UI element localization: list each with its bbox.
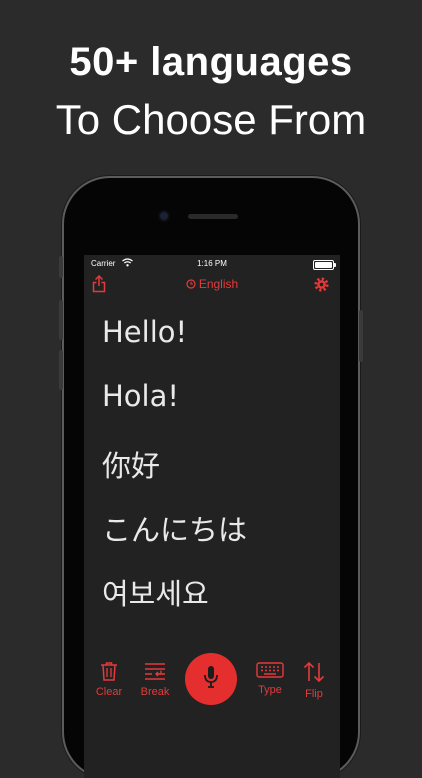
microphone-button[interactable]	[185, 653, 237, 705]
top-bar: English	[84, 273, 340, 297]
power-button	[359, 310, 363, 362]
volume-up-button	[59, 300, 63, 340]
keyboard-icon	[256, 662, 284, 682]
status-time: 1:16 PM	[197, 259, 227, 268]
clear-button[interactable]: Clear	[92, 661, 126, 698]
trash-icon	[100, 662, 118, 684]
language-selector[interactable]: English	[84, 277, 340, 292]
phone-frame: Carrier 1:16 PM English Hello! Hola! 你好 …	[59, 178, 363, 778]
headline-line2: To Choose From	[55, 96, 367, 143]
microphone-icon	[203, 665, 219, 694]
phrase-japanese: こんにちは	[102, 513, 248, 547]
break-label: Break	[140, 686, 170, 698]
gear-icon[interactable]	[313, 276, 330, 298]
flip-arrows-icon	[303, 661, 325, 686]
phrase-english: Hello!	[102, 315, 188, 349]
headline-line1: 50+ languages	[69, 40, 353, 84]
mute-switch	[59, 256, 63, 278]
clock-icon	[186, 278, 196, 292]
phrase-spanish: Hola!	[102, 379, 180, 413]
volume-down-button	[59, 350, 63, 390]
app-screen: Carrier 1:16 PM English Hello! Hola! 你好 …	[84, 255, 340, 778]
type-button[interactable]: Type	[254, 661, 286, 696]
clear-label: Clear	[95, 686, 123, 698]
battery-icon	[313, 260, 336, 270]
break-icon	[143, 663, 167, 684]
flip-button[interactable]: Flip	[298, 661, 330, 700]
phrase-korean: 여보세요	[102, 577, 209, 611]
language-label: English	[198, 277, 239, 291]
status-bar: Carrier 1:16 PM	[84, 257, 340, 271]
phrase-chinese: 你好	[102, 449, 161, 483]
bottom-toolbar: Clear Break Type Flip	[84, 653, 340, 713]
flip-label: Flip	[305, 688, 323, 700]
type-label: Type	[258, 684, 282, 696]
break-button[interactable]: Break	[137, 661, 173, 698]
front-camera	[160, 212, 168, 220]
earpiece-speaker	[188, 214, 238, 219]
